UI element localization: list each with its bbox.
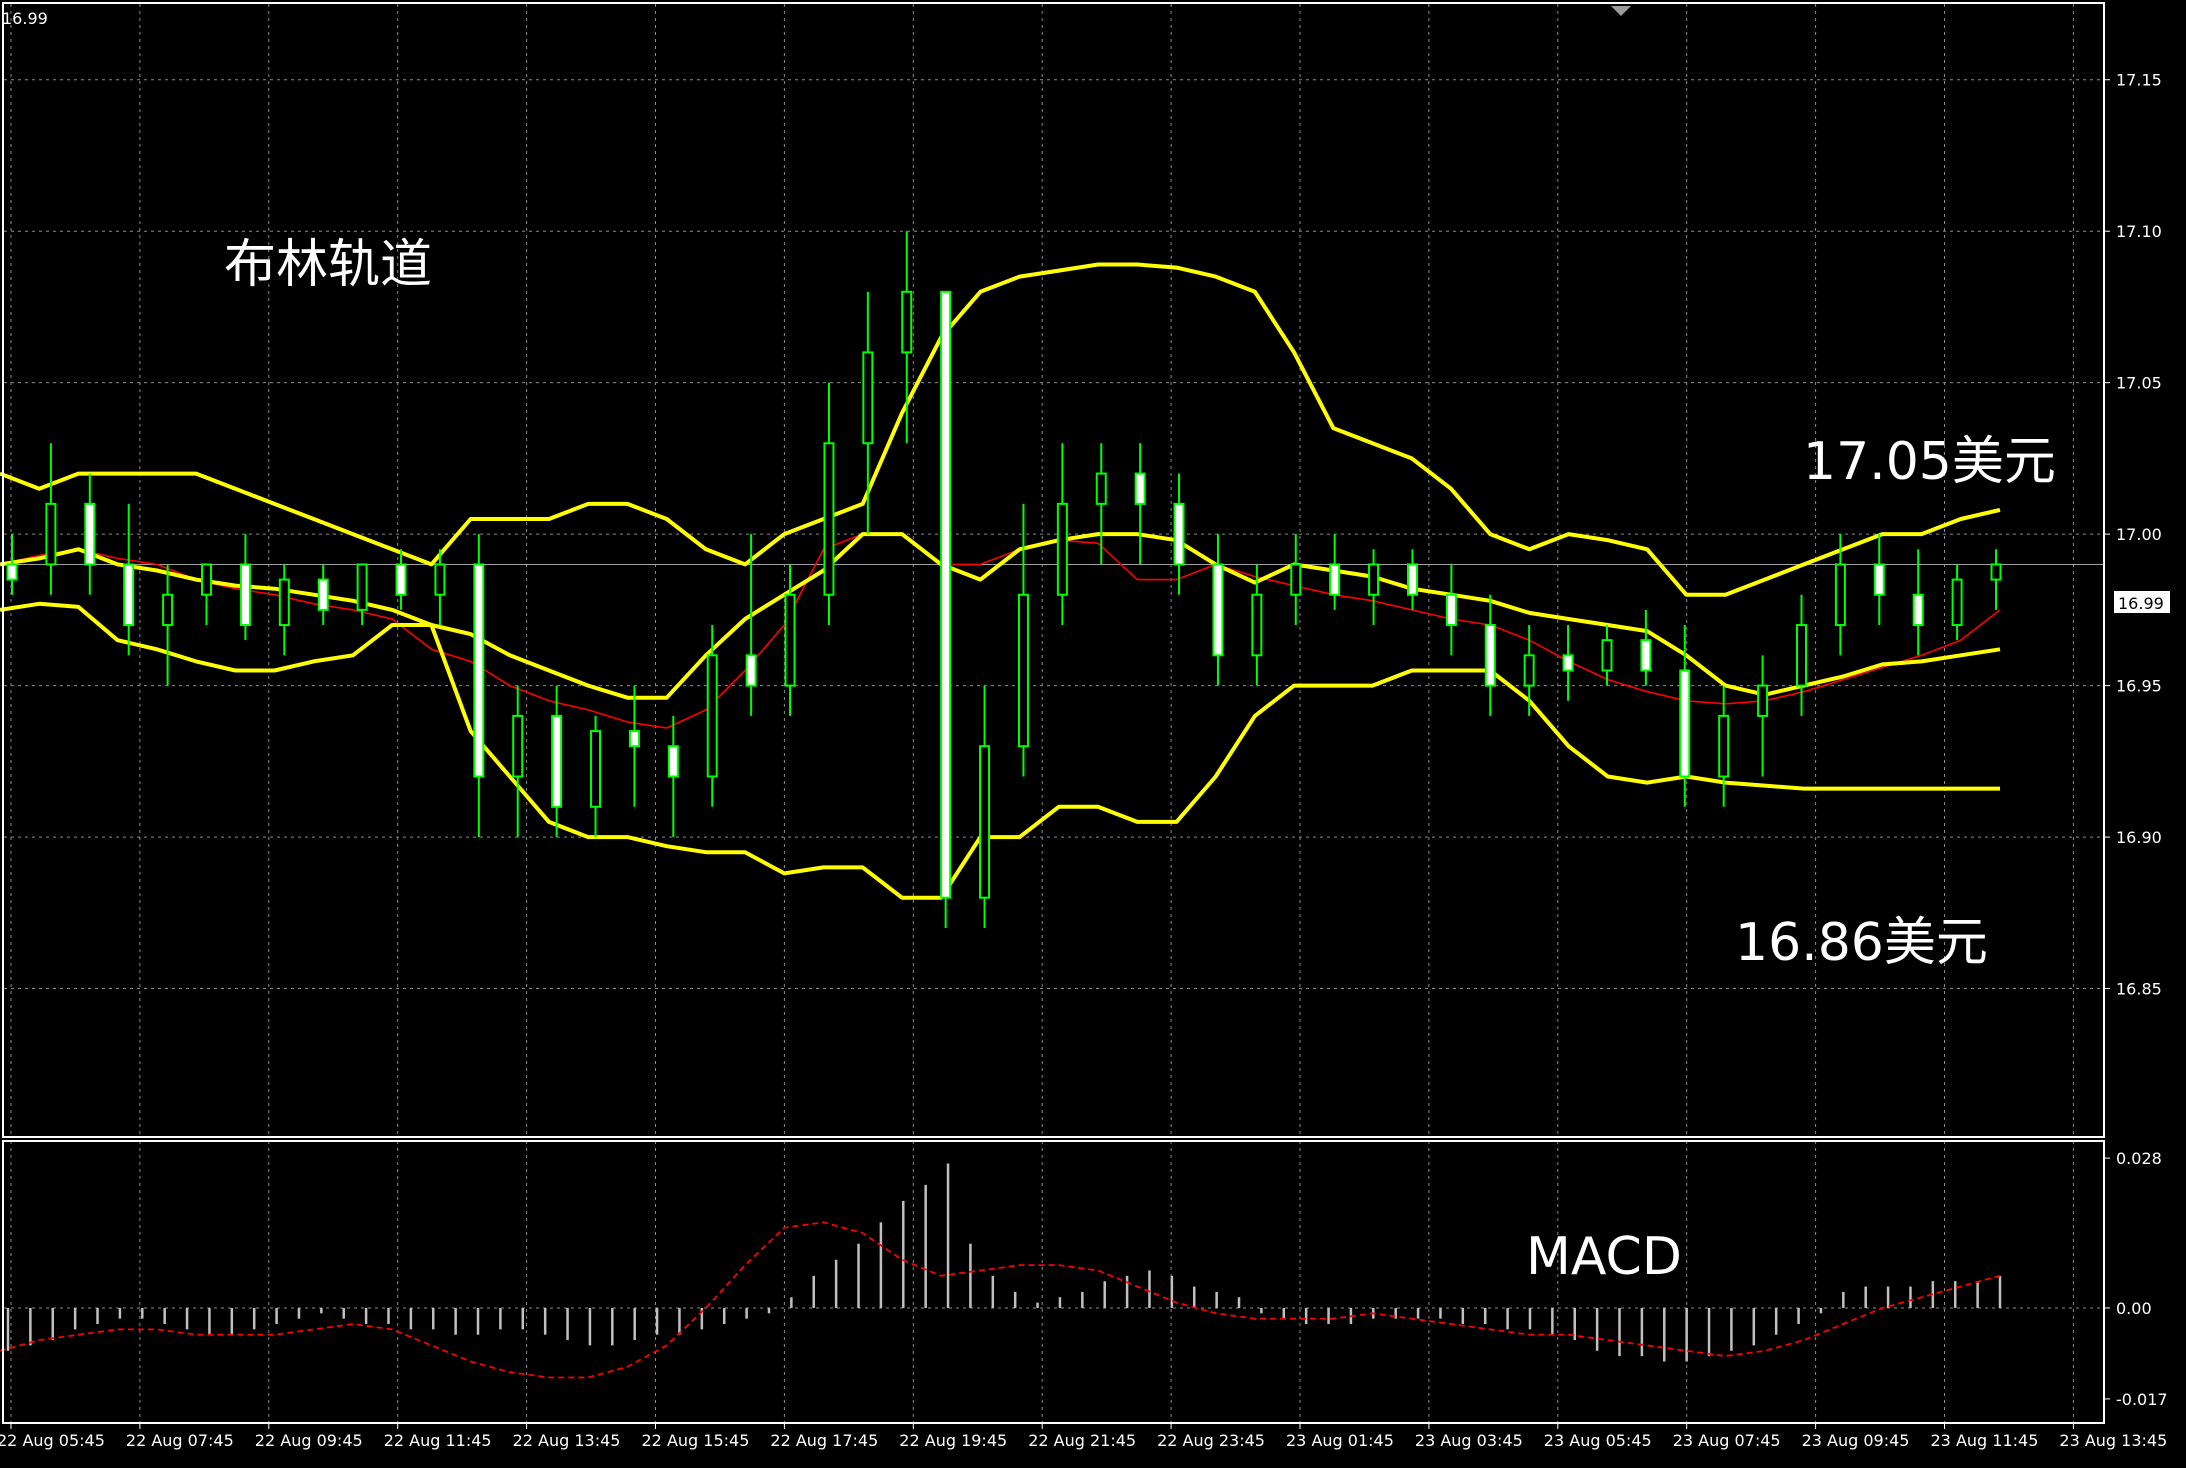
macd-annotation: MACD	[1526, 1227, 1682, 1287]
macd-axis-label: 0.028	[2116, 1149, 2162, 1168]
chart-canvas[interactable]: 17.15 17.10 17.05 17.00 16.95 16.90 16.85 0.02…	[0, 0, 2186, 1464]
candle-body	[1368, 563, 1380, 596]
candle-body	[1523, 654, 1535, 687]
candle-body	[1951, 578, 1963, 627]
candle-body	[512, 714, 524, 778]
time-axis-label: 22 Aug 17:45	[770, 1431, 878, 1450]
candle-body	[1640, 639, 1652, 672]
candle-body	[590, 730, 602, 808]
macd-axis-label: 0.00	[2116, 1299, 2152, 1318]
candle-body	[1445, 593, 1457, 627]
candle-body	[1406, 563, 1418, 596]
candle-body	[1601, 639, 1613, 672]
candle-body	[395, 563, 407, 596]
corner-price-label: 16.99	[2, 9, 48, 28]
candle-body	[1795, 624, 1807, 687]
candle-body	[901, 290, 913, 354]
price-axis-label: 17.00	[2116, 525, 2162, 544]
time-axis-label: 23 Aug 13:45	[2059, 1431, 2167, 1450]
time-axis-label: 22 Aug 13:45	[513, 1431, 621, 1450]
time-axis-label: 23 Aug 09:45	[1802, 1431, 1910, 1450]
macd-axis-label: -0.017	[2116, 1390, 2168, 1409]
candle-body	[1212, 563, 1224, 657]
candle-body	[1990, 563, 2002, 581]
candle-body	[1757, 684, 1769, 717]
candle-body	[745, 654, 757, 687]
time-axis-label: 22 Aug 21:45	[1028, 1431, 1136, 1450]
candle-body	[1329, 563, 1341, 596]
candle-body	[940, 290, 952, 899]
candle-body	[1912, 593, 1924, 627]
candle-body	[1017, 593, 1029, 748]
price-axis-label: 16.85	[2116, 980, 2162, 999]
time-axis-label: 22 Aug 23:45	[1157, 1431, 1265, 1450]
candle-body	[356, 563, 368, 611]
candle-body	[317, 578, 329, 611]
candle-body	[667, 745, 679, 778]
candle-body	[862, 351, 874, 445]
candle-body	[628, 730, 640, 748]
bollinger-annotation: 布林轨道	[224, 235, 432, 295]
candle-body	[1290, 563, 1302, 596]
candle-body	[123, 563, 135, 627]
candle-body	[1173, 502, 1185, 566]
price-axis-label: 17.05	[2116, 374, 2162, 393]
candle-body	[6, 563, 18, 581]
candle-body	[45, 502, 57, 566]
candle-body	[1484, 624, 1496, 687]
trading-chart-window[interactable]: 17.15 17.10 17.05 17.00 16.95 16.90 16.85 0.02…	[0, 0, 2186, 1464]
candle-body	[1562, 654, 1574, 672]
candle-body	[551, 714, 563, 808]
candle-body	[823, 442, 835, 596]
candle-body	[1056, 502, 1068, 596]
candle-body	[473, 563, 485, 778]
candle-body	[1095, 472, 1107, 505]
candle-body	[162, 593, 174, 627]
candle-body	[84, 502, 96, 566]
current-price-tag: 16.99	[2114, 591, 2170, 613]
candle-body	[1679, 669, 1691, 778]
current-price-tag-text: 16.99	[2118, 594, 2164, 613]
price-axis-label: 17.10	[2116, 222, 2162, 241]
time-axis-label: 23 Aug 01:45	[1286, 1431, 1394, 1450]
candle-body	[784, 593, 796, 687]
price-axis-label: 17.15	[2116, 71, 2162, 90]
time-axis-label: 23 Aug 03:45	[1415, 1431, 1523, 1450]
time-axis-label: 22 Aug 09:45	[255, 1431, 363, 1450]
time-axis-label: 22 Aug 07:45	[126, 1431, 234, 1450]
candle-body	[706, 654, 718, 778]
candle-body	[278, 578, 290, 627]
lower-target-annotation: 16.86美元	[1735, 913, 1988, 973]
candle-body	[1834, 563, 1846, 627]
price-axis-label: 16.90	[2116, 828, 2162, 847]
price-axis-label: 16.95	[2116, 677, 2162, 696]
time-axis-label: 22 Aug 19:45	[899, 1431, 1007, 1450]
time-axis-label: 22 Aug 11:45	[384, 1431, 492, 1450]
time-axis-label: 23 Aug 05:45	[1544, 1431, 1652, 1450]
candle-body	[1251, 593, 1263, 657]
candle-body	[979, 745, 991, 899]
time-axis-label: 23 Aug 07:45	[1673, 1431, 1781, 1450]
chart-background	[0, 0, 2186, 1464]
upper-target-annotation: 17.05美元	[1803, 432, 2056, 492]
candle-body	[1134, 472, 1146, 505]
time-axis-label: 22 Aug 05:45	[0, 1431, 105, 1450]
candle-body	[239, 563, 251, 627]
candle-body	[201, 563, 213, 596]
time-axis-label: 23 Aug 11:45	[1931, 1431, 2039, 1450]
candle-body	[1718, 714, 1730, 778]
candle-body	[434, 563, 446, 596]
time-axis-label: 22 Aug 15:45	[642, 1431, 750, 1450]
candle-body	[1873, 563, 1885, 596]
